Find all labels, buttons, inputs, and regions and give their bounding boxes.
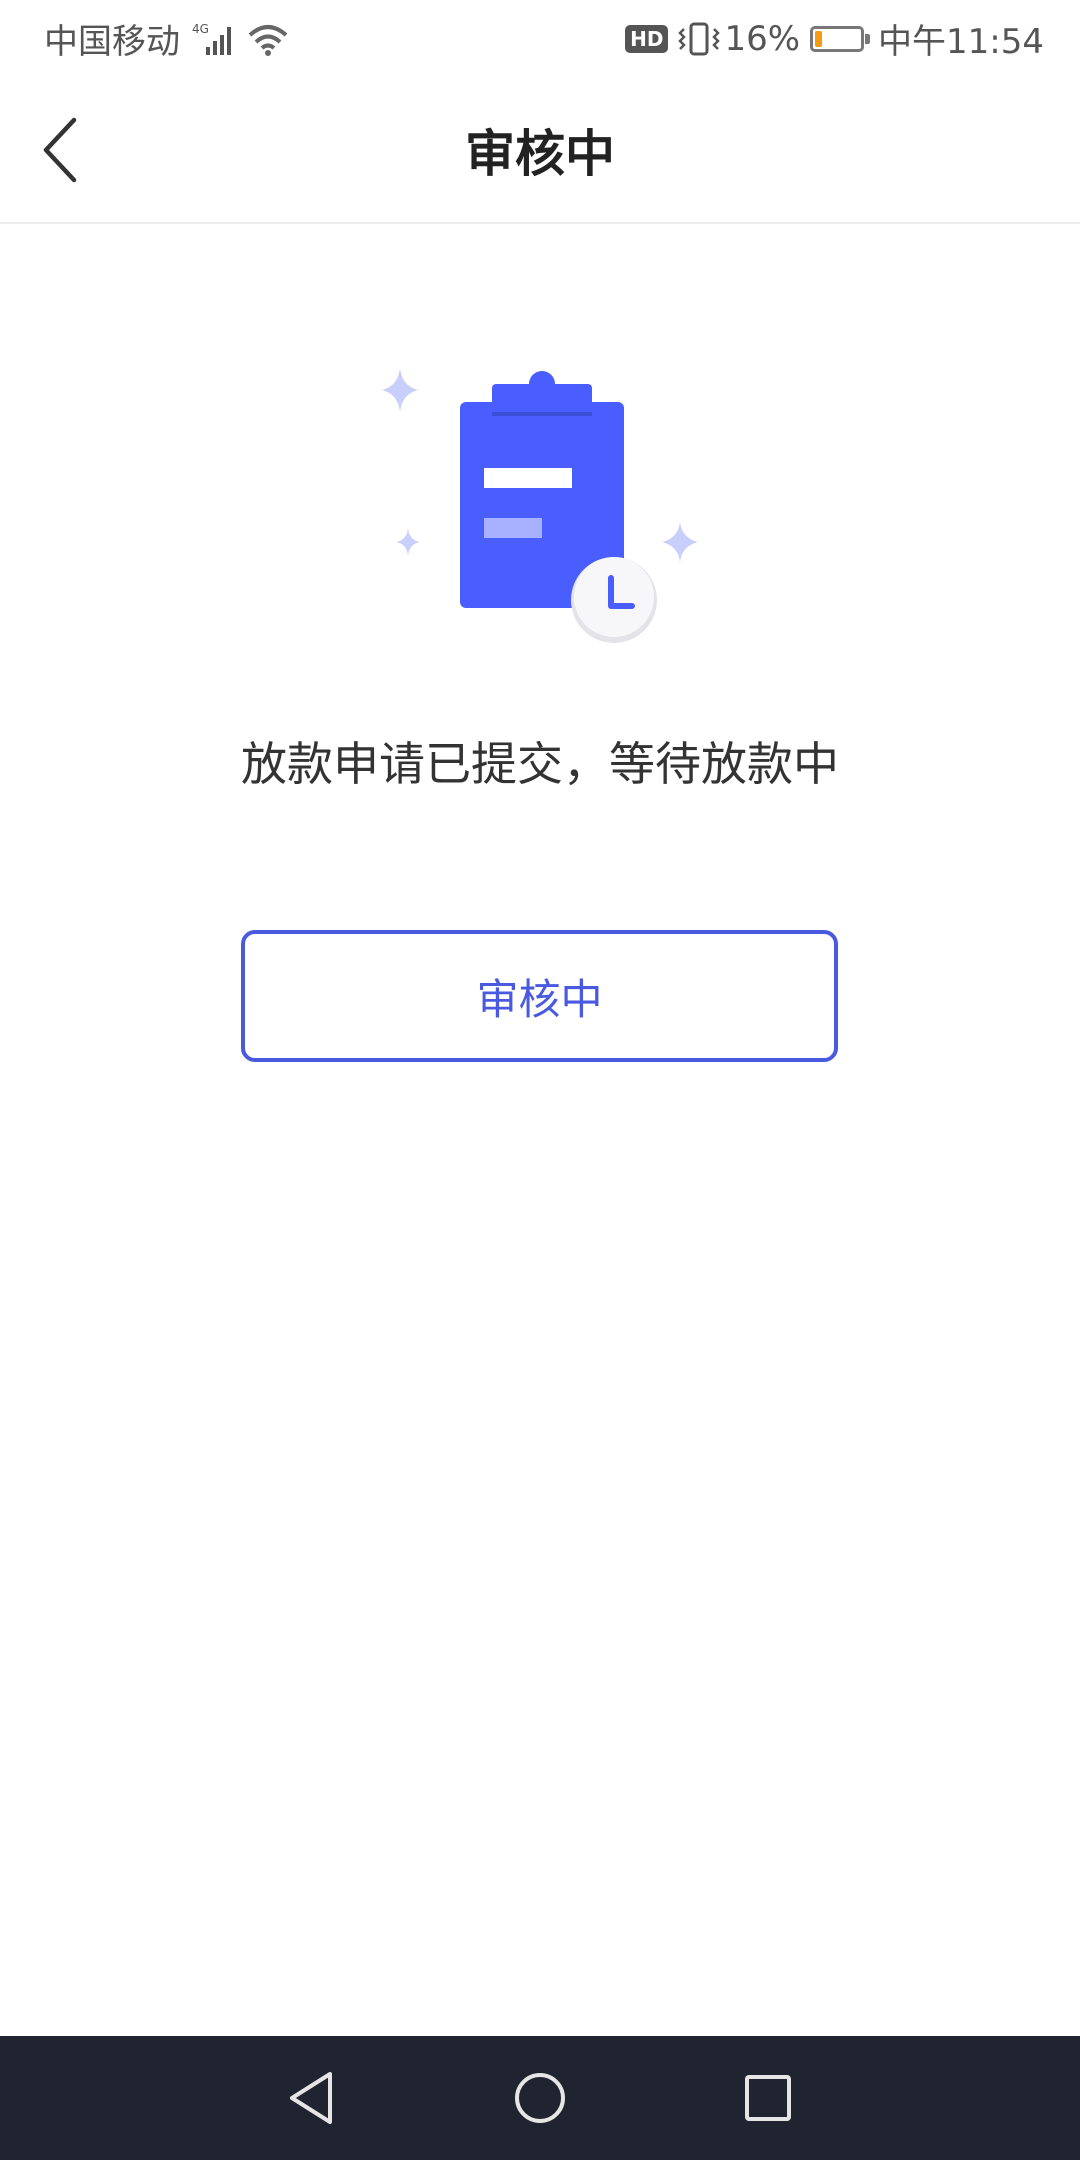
- sparkle-icon: [396, 528, 420, 556]
- signal-icon: 4G: [192, 22, 231, 55]
- page-title: 审核中: [465, 125, 615, 183]
- status-message: 放款申请已提交，等待放款中: [241, 737, 839, 791]
- clock-time: 中午11:54: [878, 22, 1044, 62]
- nav-header: 审核中: [0, 74, 1080, 224]
- clock-icon: [571, 557, 657, 643]
- status-left: 中国移动 4G: [44, 14, 290, 63]
- review-illustration: [360, 350, 720, 670]
- hd-badge: HD: [625, 24, 669, 53]
- review-status-button[interactable]: 审核中: [241, 930, 838, 1062]
- system-nav-bar: [0, 2036, 1080, 2160]
- clipboard-illustration: [382, 368, 698, 643]
- network-type-label: 4G: [192, 22, 209, 36]
- sparkle-icon: [662, 522, 698, 562]
- battery-icon: [810, 25, 871, 52]
- nav-recent-button[interactable]: [738, 2068, 798, 2128]
- carrier-name: 中国移动: [44, 22, 180, 62]
- sparkle-icon: [382, 368, 418, 412]
- nav-home-button[interactable]: [510, 2068, 570, 2128]
- status-bar: 中国移动 4G HD 16% 中午11:54: [0, 0, 1080, 74]
- battery-level-fill: [815, 30, 823, 47]
- triangle-back-icon: [290, 2072, 332, 2124]
- battery-percent: 16%: [724, 18, 801, 59]
- review-status-button-label: 审核中: [476, 974, 603, 1024]
- screen: 中国移动 4G HD 16% 中午11:54 审核中 放款申请已提交，等待放款中…: [0, 0, 1080, 2160]
- status-right: HD 16% 中午11:54: [625, 14, 1044, 63]
- nav-back-button[interactable]: [282, 2068, 342, 2128]
- circle-home-icon: [515, 2073, 565, 2123]
- wifi-icon: [248, 24, 288, 56]
- square-recent-icon: [745, 2075, 791, 2121]
- vibrate-icon: [678, 22, 721, 55]
